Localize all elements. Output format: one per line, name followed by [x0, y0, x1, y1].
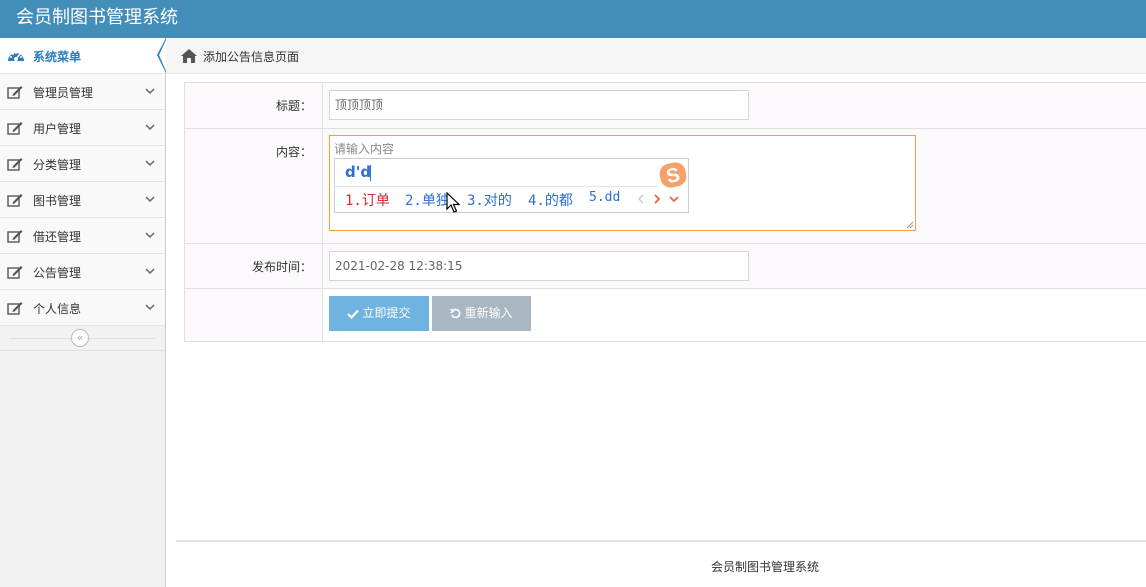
chevron-down-icon — [145, 124, 155, 131]
top-bar: 会员制图书管理系统 — [0, 0, 1146, 38]
chevron-down-icon — [145, 232, 155, 239]
breadcrumb-text: 添加公告信息页面 — [203, 50, 300, 64]
chevron-down-icon — [145, 196, 155, 203]
chevron-right-icon[interactable] — [653, 194, 660, 204]
sidebar-collapse-icon[interactable]: « — [71, 329, 89, 347]
chevron-down-icon[interactable] — [669, 195, 679, 203]
edit-icon — [7, 122, 23, 135]
sidebar-header[interactable]: 系统菜单 — [0, 38, 166, 74]
form-row-actions: 立即提交 重新输入 — [185, 289, 1146, 341]
app-title: 会员制图书管理系统 — [16, 7, 178, 28]
reset-label: 重新输入 — [464, 306, 513, 320]
sidebar-item-label: 图书管理 — [33, 194, 82, 208]
sidebar-header-label: 系统菜单 — [33, 50, 82, 64]
notice-form: 标题： 顶顶顶顶 内容： 请输入内容 d'd 1.订单 2.单独 3.对的 4.… — [184, 82, 1146, 342]
time-label: 发布时间： — [251, 260, 312, 274]
footer-divider — [176, 540, 1146, 542]
sidebar-collapse-bar: « — [0, 326, 165, 351]
submit-label: 立即提交 — [362, 306, 411, 320]
ime-candidate-window: d'd 1.订单 2.单独 3.对的 4.的都 5.dd S — [334, 158, 689, 213]
form-value-cell: 请输入内容 d'd 1.订单 2.单独 3.对的 4.的都 5.dd S — [323, 129, 1146, 243]
undo-icon — [450, 308, 461, 319]
chevron-down-icon — [145, 88, 155, 95]
sidebar-item-admin[interactable]: 管理员管理 — [0, 74, 165, 110]
form-value-cell: 2021-02-28 12:38:15 — [323, 244, 1146, 288]
form-row-content: 内容： 请输入内容 d'd 1.订单 2.单独 3.对的 4.的都 5.dd S — [185, 129, 1146, 244]
edit-icon — [7, 158, 23, 171]
form-label-cell — [185, 289, 323, 341]
ime-candidate[interactable]: 1.订单 — [345, 190, 390, 210]
publish-time-input[interactable]: 2021-02-28 12:38:15 — [329, 251, 749, 281]
breadcrumb: 添加公告信息页面 — [166, 38, 1146, 74]
sidebar-item-books[interactable]: 图书管理 — [0, 182, 165, 218]
sogou-logo-icon: S — [659, 162, 687, 188]
dashboard-icon — [8, 52, 24, 61]
home-icon — [181, 49, 197, 63]
form-value-cell: 立即提交 重新输入 — [323, 289, 1146, 341]
form-label-cell: 内容： — [185, 129, 323, 243]
resize-handle-icon[interactable] — [906, 221, 914, 229]
edit-icon — [7, 266, 23, 279]
edit-icon — [7, 302, 23, 315]
mouse-pointer-icon — [446, 192, 460, 213]
sidebar-item-profile[interactable]: 个人信息 — [0, 290, 165, 326]
form-label-cell: 发布时间： — [185, 244, 323, 288]
submit-button[interactable]: 立即提交 — [329, 296, 429, 331]
ime-candidate[interactable]: 3.对的 — [467, 190, 512, 210]
divider — [335, 186, 658, 187]
edit-icon — [7, 86, 23, 99]
content-placeholder: 请输入内容 — [334, 142, 395, 156]
sidebar-item-label: 管理员管理 — [33, 86, 94, 100]
chevron-down-icon — [145, 304, 155, 311]
sidebar-item-label: 借还管理 — [33, 230, 82, 244]
form-row-title: 标题： 顶顶顶顶 — [185, 83, 1146, 129]
title-label: 标题： — [275, 99, 312, 113]
sidebar-item-label: 个人信息 — [33, 302, 82, 316]
form-value-cell: 顶顶顶顶 — [323, 83, 1146, 128]
chevron-left-icon[interactable] — [638, 194, 645, 204]
footer-text: 会员制图书管理系统 — [710, 560, 819, 574]
sidebar-item-borrow[interactable]: 借还管理 — [0, 218, 165, 254]
check-icon — [347, 309, 360, 320]
sidebar-item-users[interactable]: 用户管理 — [0, 110, 165, 146]
form-label-cell: 标题： — [185, 83, 323, 128]
sidebar-item-label: 分类管理 — [33, 158, 82, 172]
ime-composition: d'd — [345, 163, 372, 181]
sidebar-item-label: 用户管理 — [33, 122, 82, 136]
edit-icon — [7, 194, 23, 207]
content-label: 内容： — [275, 145, 312, 159]
sidebar-item-label: 公告管理 — [33, 266, 82, 280]
chevron-down-icon — [145, 160, 155, 167]
ime-candidate[interactable]: 2.单独 — [405, 190, 450, 210]
content-textarea[interactable]: 请输入内容 d'd 1.订单 2.单独 3.对的 4.的都 5.dd S — [329, 135, 916, 231]
text-cursor — [370, 165, 371, 181]
edit-icon — [7, 230, 23, 243]
ime-candidate[interactable]: 4.的都 — [528, 190, 573, 210]
active-indicator-inner — [159, 40, 166, 71]
ime-candidate[interactable]: 5.dd — [589, 190, 620, 205]
sidebar-item-categories[interactable]: 分类管理 — [0, 146, 165, 182]
chevron-down-icon — [145, 268, 155, 275]
reset-button[interactable]: 重新输入 — [432, 296, 531, 331]
sidebar: 系统菜单 管理员管理 用户管理 分类管理 图书管理 借还管理 公告管理 个人信息 — [0, 38, 166, 587]
sidebar-item-notices[interactable]: 公告管理 — [0, 254, 165, 290]
form-row-time: 发布时间： 2021-02-28 12:38:15 — [185, 244, 1146, 289]
title-input[interactable]: 顶顶顶顶 — [329, 90, 749, 120]
